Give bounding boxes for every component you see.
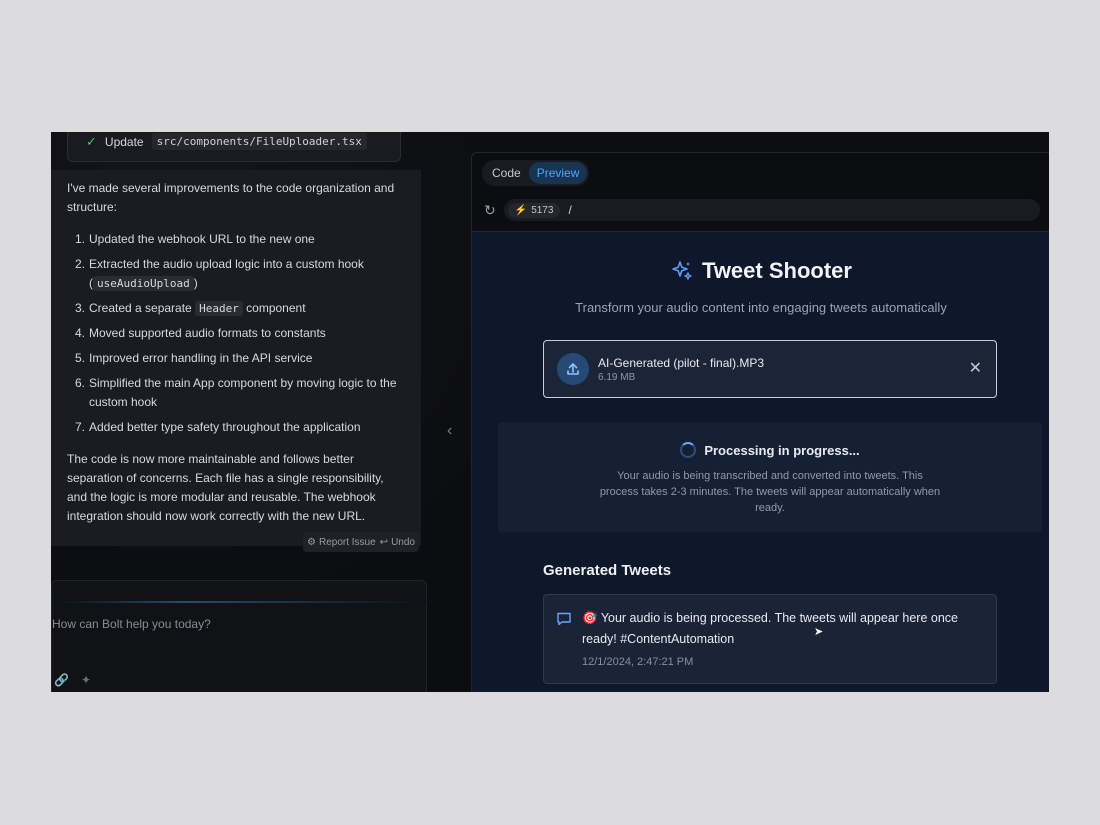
mouse-pointer-icon: ➤ xyxy=(814,626,824,638)
workbench-tabs: Code Preview xyxy=(482,160,590,186)
address-field[interactable]: ⚡ 5173 / xyxy=(503,199,1040,221)
remove-file-button[interactable]: ✕ xyxy=(969,358,982,378)
message-outro: The code is now more maintainable and fo… xyxy=(67,452,384,523)
sparkle-icon[interactable]: ✦ xyxy=(81,673,91,687)
chat-input-area: 🔗 ✦ xyxy=(51,580,434,692)
plug-icon: ⚡ xyxy=(514,204,528,216)
improvement-list: 1. Updated the webhook URL to the new one… xyxy=(75,230,399,443)
sparkles-icon xyxy=(672,261,692,280)
processing-description: Your audio is being transcribed and conv… xyxy=(599,470,941,514)
undo-button[interactable]: ↩ Undo xyxy=(380,537,415,548)
file-action-label: Update xyxy=(104,134,144,149)
code-snippet: useAudioUpload xyxy=(93,276,194,291)
target-emoji: 🎯 xyxy=(582,611,598,625)
link-icon[interactable]: 🔗 xyxy=(54,673,69,687)
processing-card: Processing in progress... Your audio is … xyxy=(498,422,1042,532)
processing-header: Processing in progress... xyxy=(498,442,1042,458)
tab-code[interactable]: Code xyxy=(484,162,529,184)
undo-icon: ↩ xyxy=(379,536,389,548)
app-preview: Tweet Shooter Transform your audio conte… xyxy=(472,231,1049,692)
port-selector[interactable]: ⚡ 5173 xyxy=(507,202,561,218)
url-path: / xyxy=(568,203,572,217)
upload-icon xyxy=(557,353,589,385)
file-name: AI-Generated (pilot - final).MP3 xyxy=(598,356,765,370)
tweet-card: 🎯 Your audio is being processed. The twe… xyxy=(543,594,997,684)
chevron-left-icon[interactable]: ‹ xyxy=(447,422,452,440)
bug-icon: ⚙ xyxy=(307,536,316,548)
list-item: 6. Simplified the main App component by m… xyxy=(75,376,397,409)
tweet-timestamp: 12/1/2024, 2:47:21 PM xyxy=(582,656,694,668)
file-size: 6.19 MB xyxy=(598,372,636,383)
chat-input[interactable] xyxy=(52,617,412,631)
code-snippet: Header xyxy=(195,301,243,316)
report-issue-button[interactable]: ⚙ Report Issue xyxy=(307,537,376,548)
reload-icon[interactable]: ↻ xyxy=(484,202,496,219)
app-subtitle: Transform your audio content into engagi… xyxy=(575,300,947,315)
tab-preview[interactable]: Preview xyxy=(528,162,588,184)
preview-panel: Code Preview ↻ ⚡ 5173 / Tweet Shooter Tr… xyxy=(471,152,1049,692)
screen: ✓ Update src/components/FileUploader.tsx… xyxy=(51,132,1049,692)
message-actions: ⚙ Report Issue ↩ Undo xyxy=(303,532,419,552)
file-action-path: src/components/FileUploader.tsx xyxy=(151,133,367,150)
file-action-row: ✓ Update src/components/FileUploader.tsx xyxy=(86,133,367,150)
app-title: Tweet Shooter xyxy=(702,258,852,283)
message-icon xyxy=(557,612,571,626)
spinner-icon xyxy=(680,442,697,458)
list-item: 5. Improved error handling in the API ser… xyxy=(75,351,313,365)
input-toolbar: 🔗 ✦ xyxy=(54,673,91,687)
input-glow-divider xyxy=(52,601,434,603)
chat-panel: ✓ Update src/components/FileUploader.tsx… xyxy=(51,132,471,692)
file-action-card: ✓ Update src/components/FileUploader.tsx xyxy=(67,132,401,162)
tweet-text: 🎯 Your audio is being processed. The twe… xyxy=(582,611,958,646)
app-header: Tweet Shooter xyxy=(472,258,1049,284)
list-item: 2. Extracted the audio upload logic into … xyxy=(75,257,364,291)
list-item: 1. Updated the webhook URL to the new one xyxy=(75,232,315,246)
generated-tweets-heading: Generated Tweets xyxy=(543,562,672,579)
list-item: 4. Moved supported audio formats to const… xyxy=(75,326,326,340)
processing-title: Processing in progress... xyxy=(704,442,860,458)
uploaded-file-card: AI-Generated (pilot - final).MP3 6.19 MB… xyxy=(543,340,997,398)
list-item: 7. Added better type safety throughout th… xyxy=(75,420,361,434)
message-intro: I've made several improvements to the co… xyxy=(67,181,395,214)
preview-address-bar: ↻ ⚡ 5173 / xyxy=(484,197,1040,223)
assistant-message: I've made several improvements to the co… xyxy=(51,170,421,546)
list-item: 3. Created a separate Header component xyxy=(75,301,306,316)
checkmark-icon: ✓ xyxy=(86,133,97,149)
